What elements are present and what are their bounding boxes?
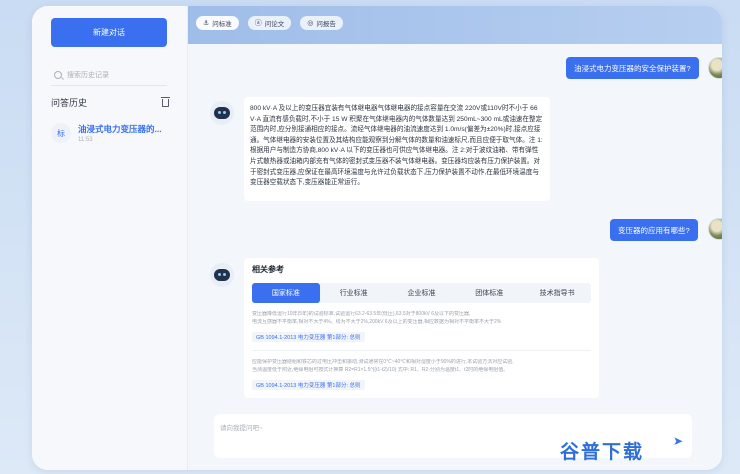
tab-industry-standard[interactable]: 行业标准 <box>320 283 388 303</box>
search-icon <box>54 70 62 79</box>
bot-avatar <box>210 263 234 287</box>
history-item[interactable]: 标 油浸式电力变压器的... 11:53 <box>51 123 176 143</box>
history-item-title: 油浸式电力变压器的... <box>78 124 162 134</box>
reference-item: 变压器降低运行10年(5年)的试验标准,试验运行63.2-63.5年(低压),6… <box>252 311 591 351</box>
tab-enterprise-standard[interactable]: 企业标准 <box>388 283 456 303</box>
reference-card: 相关参考 国家标准 行业标准 企业标准 团体标准 技术指导书 变压器降低运行10… <box>244 258 599 398</box>
reference-text: 电流互感器不平衡率,相对不大于4%。线为不大于2%,200kV 6及以上的变压器… <box>252 318 502 325</box>
history-title: 问答历史 <box>51 98 88 108</box>
reference-tabs: 国家标准 行业标准 企业标准 团体标准 技术指导书 <box>252 283 591 303</box>
reference-source-link[interactable]: GB 1094.1-2013 电力变压器 第1部分: 总则 <box>252 332 365 342</box>
watermark-logo: 谷普下载 <box>560 441 645 463</box>
trash-icon[interactable] <box>161 96 170 107</box>
search-placeholder: 搜索历史记录 <box>67 71 109 79</box>
anchor-icon: ⚓ <box>203 20 210 27</box>
bot-answer: 800 kV·A 及以上的变压器宜装有气体继电器气体继电器的接点容量在交流 22… <box>244 97 550 201</box>
tab-ask-paper[interactable]: ⓐ 问论文 <box>247 16 292 30</box>
tab-technical-guide[interactable]: 技术指导书 <box>523 283 591 303</box>
bot-avatar <box>210 101 234 125</box>
sidebar: 新建对话 搜索历史记录 问答历史 标 油浸式电力变压器的... 11:53 <box>32 6 188 470</box>
mode-bar: ⚓ 问标准 ⓐ 问论文 ◎ 问报告 <box>188 6 722 44</box>
user-avatar <box>708 218 722 240</box>
tab-label: 问报告 <box>316 21 336 28</box>
a-icon: ⓐ <box>254 20 262 27</box>
tab-national-standard[interactable]: 国家标准 <box>252 283 320 303</box>
user-message: 油浸式电力变压器的安全保护装置? <box>566 57 699 79</box>
report-icon: ◎ <box>307 20 314 27</box>
reference-text: 应能保护变压器绕组和铁芯的过电压冲击和振动,测试通常在0℃~40℃和相对湿度小于… <box>252 359 514 365</box>
reference-text: 当测温度低于附近,绝缘电阻可按式计换算 R2=R1×1.5^((t1-t2)/1… <box>252 366 509 373</box>
reference-title: 相关参考 <box>252 265 284 274</box>
tab-ask-report[interactable]: ◎ 问报告 <box>300 16 343 30</box>
divider <box>252 350 591 351</box>
reference-text: 变压器降低运行10年(5年)的试验标准,试验运行63.2-63.5年(低压),6… <box>252 311 471 317</box>
input-placeholder: 请向我提问吧~ <box>220 425 263 432</box>
robot-icon <box>214 269 230 281</box>
user-message: 变压器的应用有哪些? <box>610 219 698 241</box>
robot-icon <box>214 107 230 119</box>
history-header: 问答历史 <box>51 96 170 109</box>
new-chat-button[interactable]: 新建对话 <box>51 18 167 47</box>
history-item-badge: 标 <box>51 123 71 143</box>
app-window: 新建对话 搜索历史记录 问答历史 标 油浸式电力变压器的... 11:53 ⚓ … <box>32 6 722 470</box>
chat-main: ⚓ 问标准 ⓐ 问论文 ◎ 问报告 油浸式电力变压器的安全保护装置? 800 k… <box>188 6 722 470</box>
history-item-time: 11:53 <box>78 137 93 143</box>
user-avatar <box>708 57 722 79</box>
tab-group-standard[interactable]: 团体标准 <box>455 283 523 303</box>
tab-label: 问论文 <box>264 21 285 28</box>
reference-source-link[interactable]: GB 1094.1-2013 电力变压器 第1部分: 总则 <box>252 380 365 390</box>
send-icon[interactable]: ➤ <box>673 434 687 448</box>
tab-ask-standard[interactable]: ⚓ 问标准 <box>196 16 239 30</box>
reference-item: 应能保护变压器绕组和铁芯的过电压冲击和振动,测试通常在0℃~40℃和相对湿度小于… <box>252 359 591 392</box>
history-search-input[interactable]: 搜索历史记录 <box>51 64 167 86</box>
tab-label: 问标准 <box>212 21 232 28</box>
